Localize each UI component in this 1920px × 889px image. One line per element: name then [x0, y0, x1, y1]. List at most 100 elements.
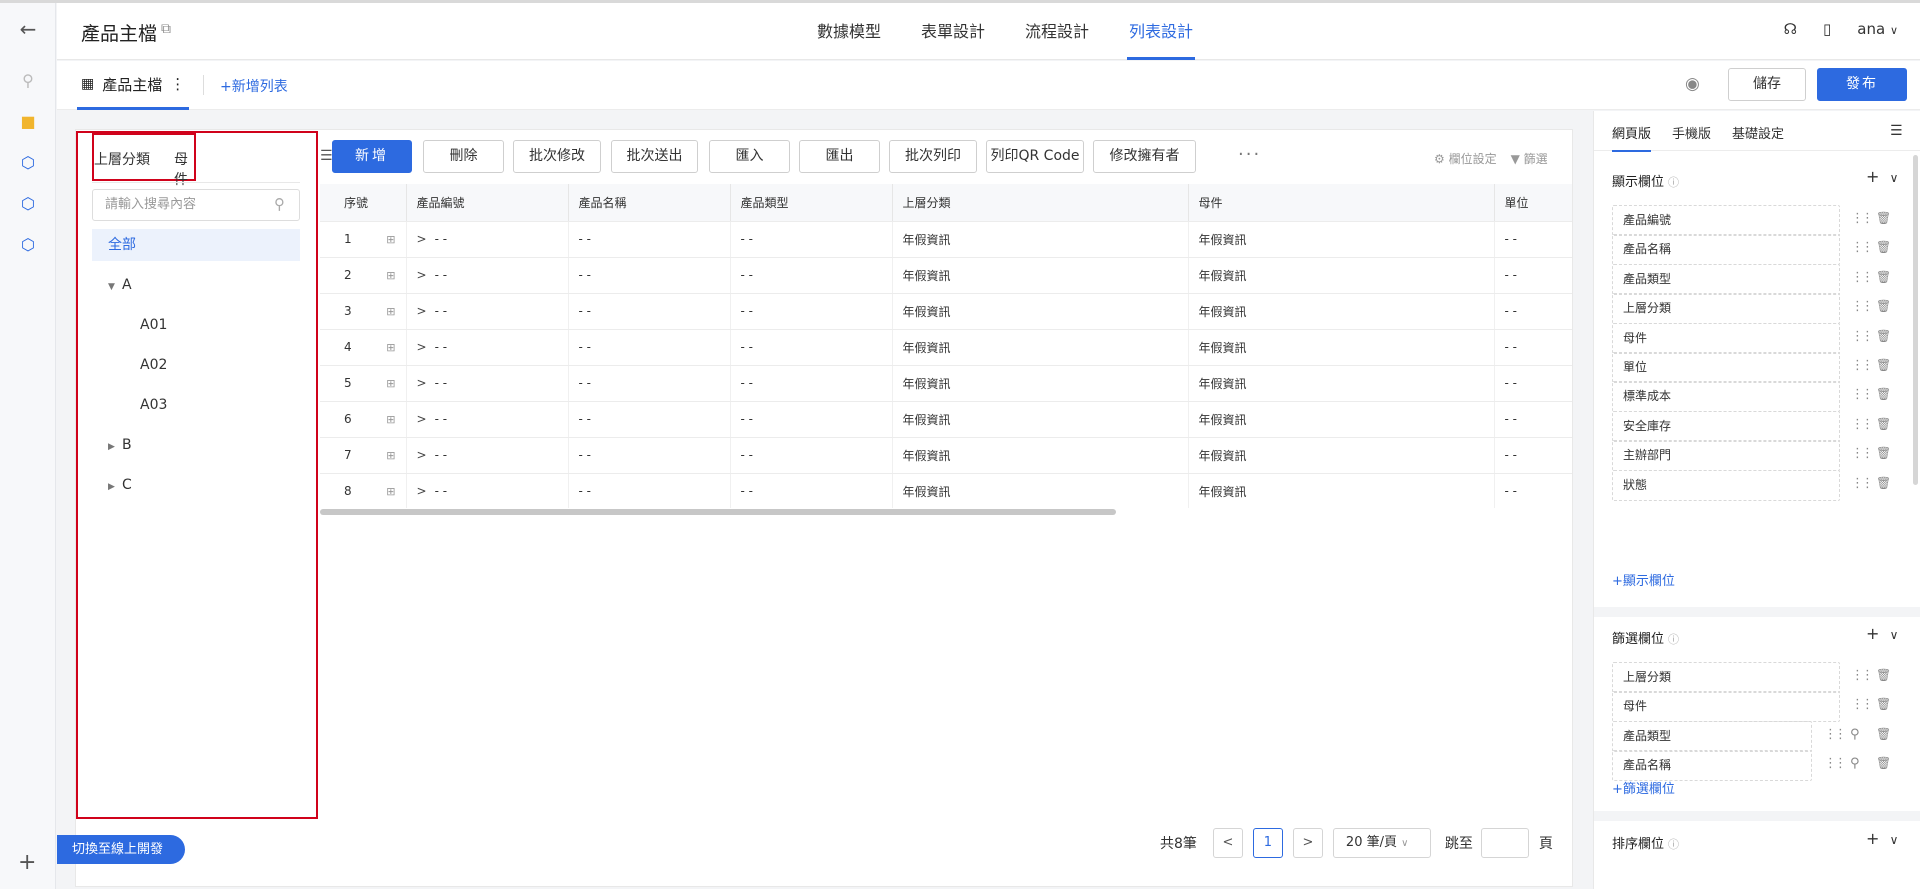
- drag-handle-icon[interactable]: ⋮⋮: [1824, 727, 1847, 742]
- column-settings[interactable]: ⚙ 欄位設定: [1434, 150, 1497, 167]
- import-button[interactable]: 匯入: [709, 140, 790, 173]
- user-menu[interactable]: ana ∨: [1857, 20, 1898, 38]
- settings-scrollbar[interactable]: [1913, 155, 1918, 485]
- trash-icon[interactable]: 🗑: [1876, 299, 1891, 313]
- expand-row-icon[interactable]: >: [417, 304, 427, 318]
- chevron-down-icon[interactable]: ∨: [1890, 833, 1899, 847]
- tree-node-a03[interactable]: A03: [140, 395, 167, 415]
- field-item[interactable]: 產品類型: [1612, 720, 1812, 752]
- trash-icon[interactable]: 🗑: [1876, 417, 1891, 431]
- table-row[interactable]: 1 ⊞ > - -- -- - 年假資訊 年假資訊 - -: [320, 221, 1572, 258]
- expand-row-icon[interactable]: >: [417, 268, 427, 282]
- nav-flow-design[interactable]: 流程設計: [1005, 3, 1109, 60]
- trash-icon[interactable]: 🗑: [1876, 727, 1891, 741]
- add-list-button[interactable]: +新增列表: [220, 76, 288, 96]
- print-qr-button[interactable]: 列印QR Code: [986, 140, 1084, 173]
- table-row[interactable]: 4 ⊞ > - -- -- - 年假資訊 年假資訊 - -: [320, 329, 1572, 366]
- drag-handle-icon[interactable]: ⋮⋮: [1851, 240, 1874, 255]
- tab-mobile[interactable]: 手機版: [1672, 123, 1711, 142]
- drag-handle-icon[interactable]: ⋮⋮: [1824, 756, 1847, 771]
- add-display-field-button[interactable]: +顯示欄位: [1612, 570, 1675, 589]
- col-header-product-type[interactable]: 產品類型: [730, 184, 893, 222]
- expand-row-icon[interactable]: >: [417, 484, 427, 498]
- hierarchy-icon[interactable]: ⊞: [386, 449, 395, 462]
- expand-row-icon[interactable]: >: [417, 232, 427, 246]
- drag-handle-icon[interactable]: ⋮⋮: [1851, 446, 1874, 461]
- drag-handle-icon[interactable]: ⋮⋮: [1851, 358, 1874, 373]
- trash-icon[interactable]: 🗑: [1876, 668, 1891, 682]
- plus-icon[interactable]: +: [1866, 167, 1879, 186]
- search-icon[interactable]: ⚲: [274, 195, 285, 213]
- col-header-product-code[interactable]: 產品編號: [406, 184, 569, 222]
- help-icon[interactable]: ⓘ: [1668, 838, 1679, 851]
- export-button[interactable]: 匯出: [799, 140, 880, 173]
- delete-button[interactable]: 刪除: [423, 140, 504, 173]
- more-vertical-icon[interactable]: ⋮: [170, 75, 185, 93]
- add-filter-field-button[interactable]: +篩選欄位: [1612, 778, 1675, 797]
- hierarchy-icon[interactable]: ⊞: [386, 377, 395, 390]
- prev-page-button[interactable]: <: [1212, 828, 1243, 858]
- hierarchy-icon[interactable]: ⊞: [386, 305, 395, 318]
- trash-icon[interactable]: 🗑: [1876, 697, 1891, 711]
- field-item[interactable]: 上層分類: [1612, 293, 1840, 325]
- col-header-parent-category[interactable]: 上層分類: [892, 184, 1189, 222]
- trash-icon[interactable]: 🗑: [1876, 446, 1891, 460]
- tree-item-all[interactable]: 全部: [92, 229, 300, 261]
- save-button[interactable]: 儲存: [1728, 68, 1806, 101]
- table-row[interactable]: 5 ⊞ > - -- -- - 年假資訊 年假資訊 - -: [320, 365, 1572, 402]
- page-number[interactable]: 1: [1252, 828, 1283, 858]
- drag-handle-icon[interactable]: ⋮⋮: [1851, 329, 1874, 344]
- caret-right-icon[interactable]: ▶: [108, 477, 122, 497]
- tree-node-a02[interactable]: A02: [140, 355, 167, 375]
- expand-row-icon[interactable]: >: [417, 448, 427, 462]
- trash-icon[interactable]: 🗑: [1876, 358, 1891, 372]
- plus-icon[interactable]: +: [1866, 829, 1879, 848]
- hierarchy-icon[interactable]: ⊞: [386, 233, 395, 246]
- field-item[interactable]: 產品名稱: [1612, 234, 1840, 266]
- table-row[interactable]: 8 ⊞ > - -- -- - 年假資訊 年假資訊 - -: [320, 473, 1572, 508]
- help-icon[interactable]: ⓘ: [1668, 633, 1679, 646]
- drag-handle-icon[interactable]: ⋮⋮: [1851, 697, 1874, 712]
- field-item[interactable]: 安全庫存: [1612, 410, 1840, 442]
- trash-icon[interactable]: 🗑: [1876, 756, 1891, 770]
- nav-list-design[interactable]: 列表設計: [1109, 3, 1213, 60]
- help-icon[interactable]: ⓘ: [1668, 176, 1679, 189]
- field-item[interactable]: 產品類型: [1612, 263, 1840, 295]
- expand-row-icon[interactable]: >: [417, 412, 427, 426]
- col-header-seq[interactable]: 序號: [320, 184, 407, 222]
- tab-web[interactable]: 網頁版: [1612, 123, 1652, 152]
- preview-eye-icon[interactable]: ◉: [1685, 74, 1700, 94]
- field-item[interactable]: 產品名稱: [1612, 750, 1812, 782]
- drag-handle-icon[interactable]: ⋮⋮: [1851, 476, 1874, 491]
- external-link-icon[interactable]: ⧉: [161, 21, 171, 37]
- nav-form-design[interactable]: 表單設計: [901, 3, 1005, 60]
- caret-down-icon[interactable]: ▼: [108, 277, 122, 297]
- table-row[interactable]: 6 ⊞ > - -- -- - 年假資訊 年假資訊 - -: [320, 401, 1572, 438]
- tree-node-a[interactable]: ▼ A: [108, 275, 132, 295]
- tree-node-a01[interactable]: A01: [140, 315, 167, 335]
- collapse-panel-icon[interactable]: ☰: [1890, 123, 1903, 139]
- nav-data-model[interactable]: 數據模型: [797, 3, 901, 60]
- batch-print-button[interactable]: 批次列印: [889, 140, 977, 173]
- trash-icon[interactable]: 🗑: [1876, 329, 1891, 343]
- trash-icon[interactable]: 🗑: [1876, 387, 1891, 401]
- add-button[interactable]: 新增: [332, 140, 412, 173]
- hierarchy-icon[interactable]: ⊞: [386, 269, 395, 282]
- change-owner-button[interactable]: 修改擁有者: [1093, 140, 1196, 173]
- list-tab[interactable]: ▦ 產品主檔 ⋮: [77, 61, 190, 110]
- caret-right-icon[interactable]: ▶: [108, 437, 122, 457]
- field-item[interactable]: 主辦部門: [1612, 440, 1840, 472]
- table-row[interactable]: 3 ⊞ > - -- -- - 年假資訊 年假資訊 - -: [320, 293, 1572, 330]
- chevron-down-icon[interactable]: ∨: [1890, 628, 1899, 642]
- trash-icon[interactable]: 🗑: [1876, 211, 1891, 225]
- drag-handle-icon[interactable]: ⋮⋮: [1851, 417, 1874, 432]
- document-icon[interactable]: ▯: [1823, 20, 1831, 38]
- tree-search-input[interactable]: 請輸入搜尋內容: [92, 189, 300, 221]
- col-header-parent-part[interactable]: 母件: [1188, 184, 1495, 222]
- field-item[interactable]: 母件: [1612, 322, 1840, 354]
- hierarchy-icon[interactable]: ⊞: [386, 413, 395, 426]
- batch-submit-button[interactable]: 批次送出: [611, 140, 698, 173]
- expand-row-icon[interactable]: >: [417, 376, 427, 390]
- field-item[interactable]: 單位: [1612, 352, 1840, 383]
- add-icon[interactable]: +: [18, 850, 36, 875]
